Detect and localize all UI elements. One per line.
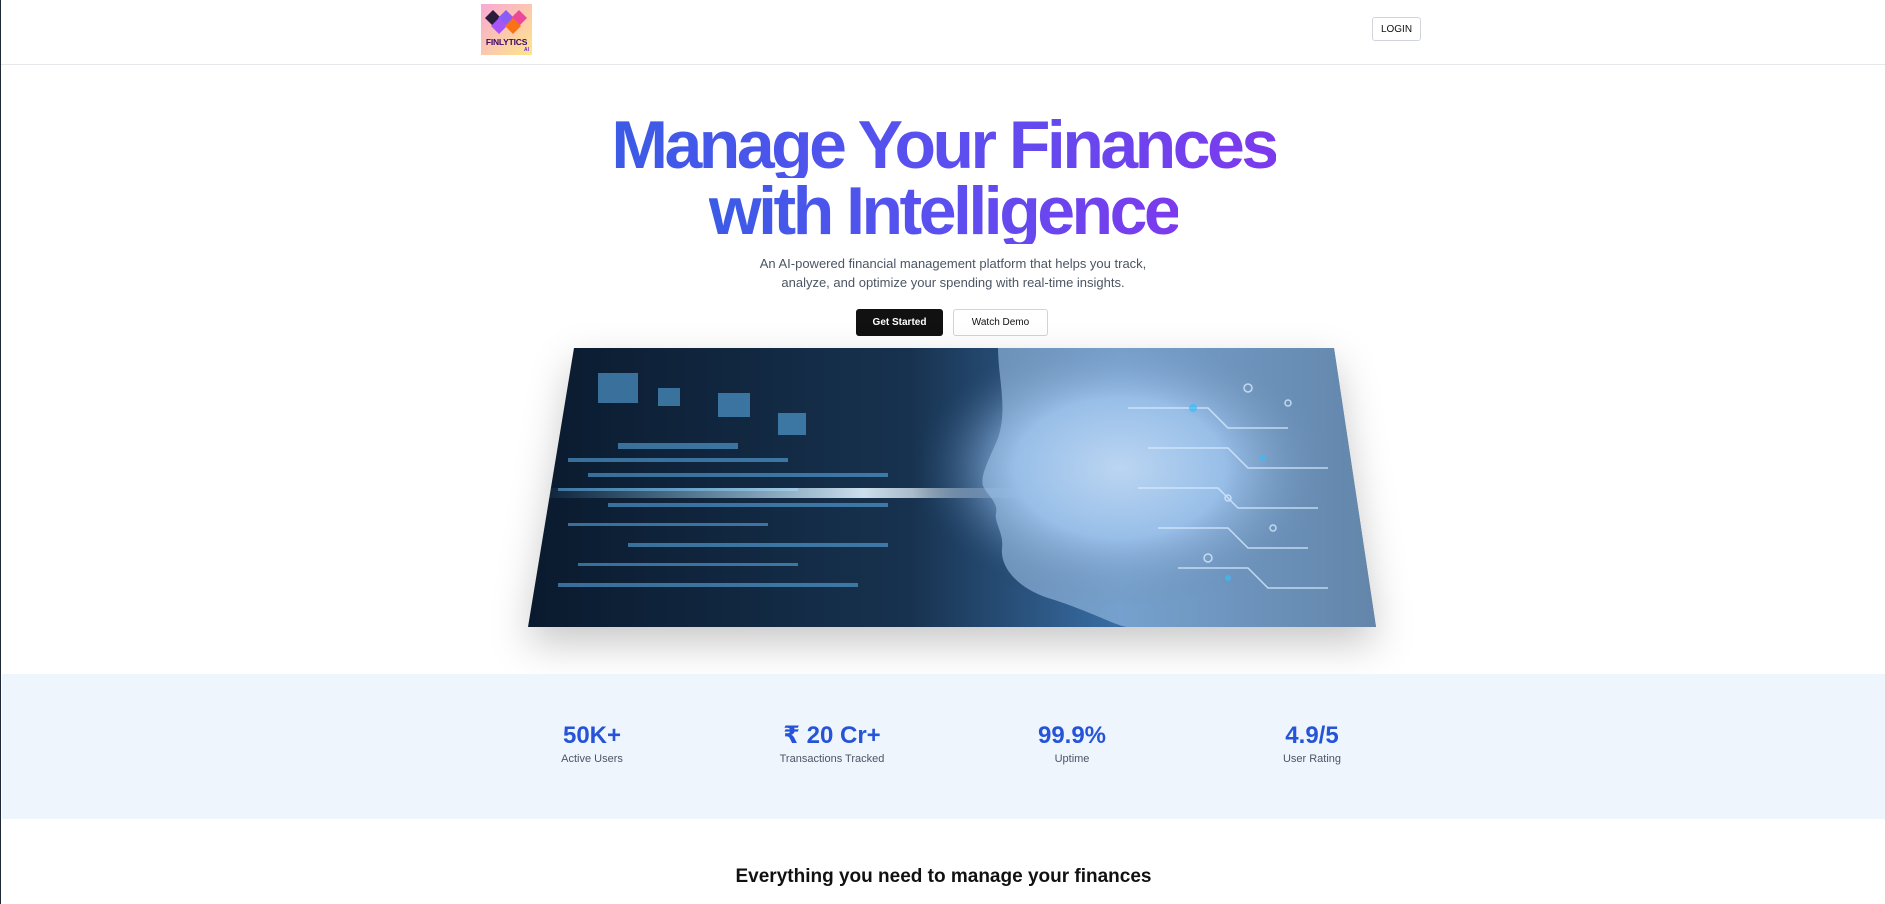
- stat-label: Uptime: [1054, 753, 1090, 765]
- stat-active-users: 50K+ Active Users: [492, 722, 692, 765]
- hero-title-line-2: with Intelligence: [708, 173, 1182, 249]
- hero-title-line-1: Manage Your Finances: [611, 107, 1279, 183]
- watch-demo-button[interactable]: Watch Demo: [953, 309, 1048, 336]
- brand-suffix: AI: [524, 47, 529, 53]
- stat-uptime: 99.9% Uptime: [972, 722, 1172, 765]
- hero-subtitle: An AI-powered financial management platf…: [743, 254, 1163, 292]
- login-button[interactable]: LOGIN: [1372, 17, 1421, 41]
- stats-section: 50K+ Active Users ₹ 20 Cr+ Transactions …: [2, 674, 1885, 819]
- hero-title: Manage Your Finances with Intelligence: [1, 107, 1885, 249]
- stat-user-rating: 4.9/5 User Rating: [1212, 722, 1412, 765]
- top-navbar: FINLYTICS AI LOGIN: [1, 0, 1885, 65]
- stat-value: ₹ 20 Cr+: [783, 722, 881, 749]
- brand-name: FINLYTICS: [485, 37, 528, 47]
- stat-label: User Rating: [1282, 753, 1342, 765]
- hero-subtitle-line-1: An AI-powered financial management platf…: [759, 256, 1147, 271]
- brand-logo[interactable]: FINLYTICS AI: [481, 4, 532, 55]
- stat-value: 50K+: [562, 722, 622, 749]
- stat-transactions-tracked: ₹ 20 Cr+ Transactions Tracked: [732, 722, 932, 765]
- get-started-button[interactable]: Get Started: [856, 309, 943, 336]
- stat-value: 99.9%: [1037, 722, 1107, 749]
- hero-subtitle-line-2: analyze, and optimize your spending with…: [781, 275, 1125, 290]
- stat-label: Transactions Tracked: [779, 753, 885, 765]
- stat-label: Active Users: [561, 753, 623, 765]
- hero-ai-image: [528, 348, 1376, 627]
- stat-value: 4.9/5: [1285, 722, 1339, 749]
- features-heading: Everything you need to manage your finan…: [735, 866, 1152, 887]
